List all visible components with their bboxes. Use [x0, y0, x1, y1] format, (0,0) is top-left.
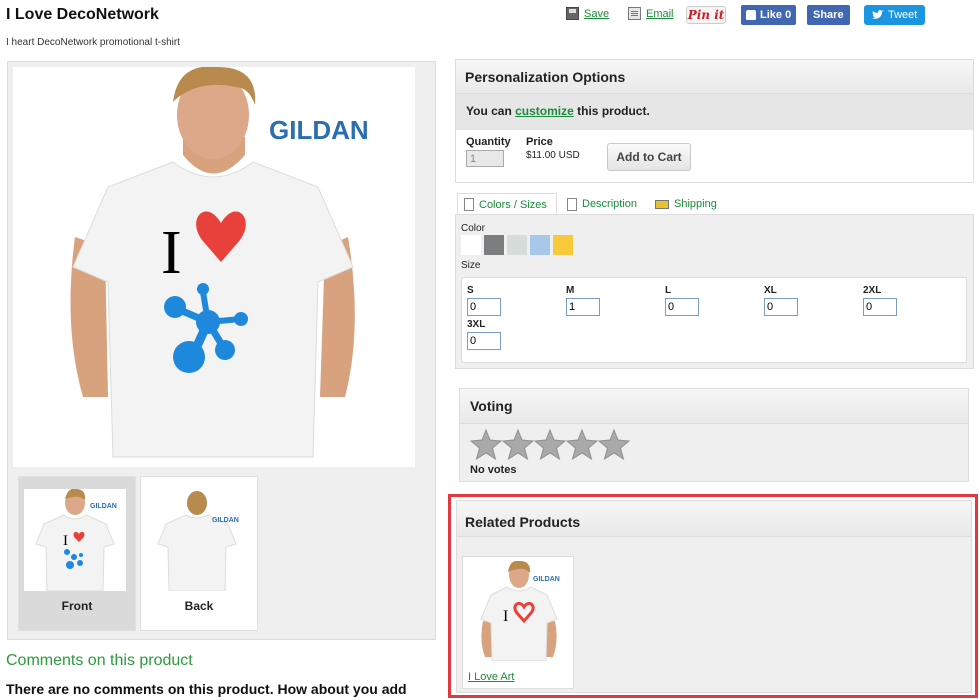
thumbnail-front-image: GILDAN I: [24, 489, 126, 591]
size-quantity-input[interactable]: [467, 332, 501, 350]
size-option: 3XL: [467, 319, 567, 350]
related-products-panel: Related Products GILDAN I I Love Art: [456, 500, 972, 693]
front-thumbnail-illustration: GILDAN I: [35, 489, 117, 591]
twitter-bird-icon: [872, 10, 884, 19]
star-rating[interactable]: [470, 429, 630, 461]
color-swatch[interactable]: [530, 235, 550, 255]
tweet-label: Tweet: [888, 9, 918, 21]
thumbs-up-icon: [746, 10, 756, 20]
tab-shipping-label: Shipping: [674, 198, 717, 210]
product-subtitle: I heart DecoNetwork promotional t-shirt: [6, 37, 180, 48]
size-quantity-input[interactable]: [665, 298, 699, 316]
size-grid: S M L XL 2XL 3XL: [461, 277, 967, 363]
star-icon[interactable]: [534, 429, 566, 461]
thumbnail-front[interactable]: GILDAN I Front: [18, 476, 136, 631]
svg-text:GILDAN: GILDAN: [533, 576, 560, 583]
size-name: 2XL: [863, 285, 882, 296]
message-prefix: You can: [466, 104, 516, 118]
vote-status: No votes: [470, 464, 517, 476]
add-to-cart-button[interactable]: Add to Cart: [607, 143, 691, 171]
facebook-like-label: Like 0: [760, 9, 792, 21]
document-icon: [464, 198, 474, 211]
svg-text:I: I: [63, 533, 68, 549]
thumbnail-front-label: Front: [61, 599, 93, 613]
personalization-title: Personalization Options: [465, 69, 626, 85]
main-product-image[interactable]: GILDAN I: [13, 67, 415, 467]
tab-shipping[interactable]: Shipping: [655, 193, 717, 215]
personalization-panel: Personalization Options You can customiz…: [455, 59, 974, 183]
document-icon: [567, 197, 577, 211]
voting-panel: Voting No votes: [459, 388, 969, 482]
tweet-button[interactable]: Tweet: [864, 5, 926, 25]
personalization-message: You can customize this product.: [466, 104, 650, 118]
star-icon[interactable]: [502, 429, 534, 461]
back-thumbnail-illustration: GILDAN: [157, 491, 239, 591]
size-name: L: [665, 285, 672, 296]
related-product-image[interactable]: GILDAN I: [469, 561, 569, 661]
price-label: Price: [526, 136, 553, 148]
color-swatch[interactable]: [553, 235, 573, 255]
email-link[interactable]: Email: [628, 7, 674, 20]
tab-colors-sizes-label: Colors / Sizes: [479, 198, 547, 211]
model-tshirt-illustration: GILDAN I: [13, 67, 415, 467]
size-quantity-input[interactable]: [467, 298, 501, 316]
save-link-label[interactable]: Save: [584, 8, 609, 20]
size-name: 3XL: [467, 319, 486, 330]
svg-text:GILDAN: GILDAN: [212, 517, 239, 524]
thumbnail-back-label: Back: [184, 599, 214, 613]
i-love-art-illustration: GILDAN I: [480, 561, 560, 661]
tab-colors-sizes[interactable]: Colors / Sizes: [457, 193, 557, 215]
colors-sizes-panel: Color Size S M L XL 2XL 3XL: [455, 214, 974, 369]
email-link-label[interactable]: Email: [646, 8, 674, 20]
facebook-share-button[interactable]: Share: [807, 5, 850, 25]
floppy-disk-icon: [566, 7, 579, 20]
color-label: Color: [461, 223, 485, 234]
size-label: Size: [461, 260, 481, 271]
size-option: L: [665, 285, 765, 316]
save-link[interactable]: Save: [566, 7, 609, 20]
thumbnail-back[interactable]: GILDAN Back: [140, 476, 258, 631]
size-quantity-input[interactable]: [566, 298, 600, 316]
pinterest-button[interactable]: Pin it: [686, 6, 726, 24]
svg-text:GILDAN: GILDAN: [90, 503, 117, 510]
star-icon[interactable]: [566, 429, 598, 461]
related-product-link[interactable]: I Love Art: [468, 671, 514, 683]
size-option: M: [566, 285, 666, 316]
truck-icon: [655, 199, 669, 209]
quantity-label: Quantity: [466, 136, 511, 148]
facebook-like-button[interactable]: Like 0: [741, 5, 797, 25]
color-swatch[interactable]: [484, 235, 504, 255]
message-suffix: this product.: [573, 104, 650, 118]
comments-empty-text: There are no comments on this product. H…: [6, 681, 407, 697]
customize-link[interactable]: customize: [515, 104, 574, 118]
related-products-title: Related Products: [465, 514, 581, 530]
related-product-card[interactable]: GILDAN I I Love Art: [462, 556, 574, 689]
tab-description[interactable]: Description: [567, 193, 637, 215]
size-quantity-input[interactable]: [863, 298, 897, 316]
voting-title: Voting: [470, 398, 513, 414]
voting-header: [460, 389, 968, 424]
shirt-print-i-text: I: [161, 219, 182, 287]
document-icon: [628, 7, 641, 20]
color-swatch[interactable]: [461, 235, 481, 255]
size-option: 2XL: [863, 285, 963, 316]
product-title: I Love DecoNetwork: [6, 6, 159, 23]
color-swatch[interactable]: [507, 235, 527, 255]
thumbnail-back-image: GILDAN: [146, 489, 248, 591]
comments-heading: Comments on this product: [6, 652, 193, 669]
gildan-logo-text: GILDAN: [269, 115, 369, 145]
size-name: M: [566, 285, 575, 296]
svg-text:I: I: [503, 608, 508, 625]
size-quantity-input[interactable]: [764, 298, 798, 316]
size-name: XL: [764, 285, 777, 296]
related-products-highlight: Related Products GILDAN I I Love Art: [448, 494, 978, 698]
tab-description-label: Description: [582, 198, 638, 210]
size-option: S: [467, 285, 567, 316]
size-option: XL: [764, 285, 864, 316]
star-icon[interactable]: [470, 429, 502, 461]
star-icon[interactable]: [598, 429, 630, 461]
quantity-input[interactable]: [466, 150, 504, 167]
price-value: $11.00 USD: [526, 150, 580, 161]
size-name: S: [467, 285, 474, 296]
